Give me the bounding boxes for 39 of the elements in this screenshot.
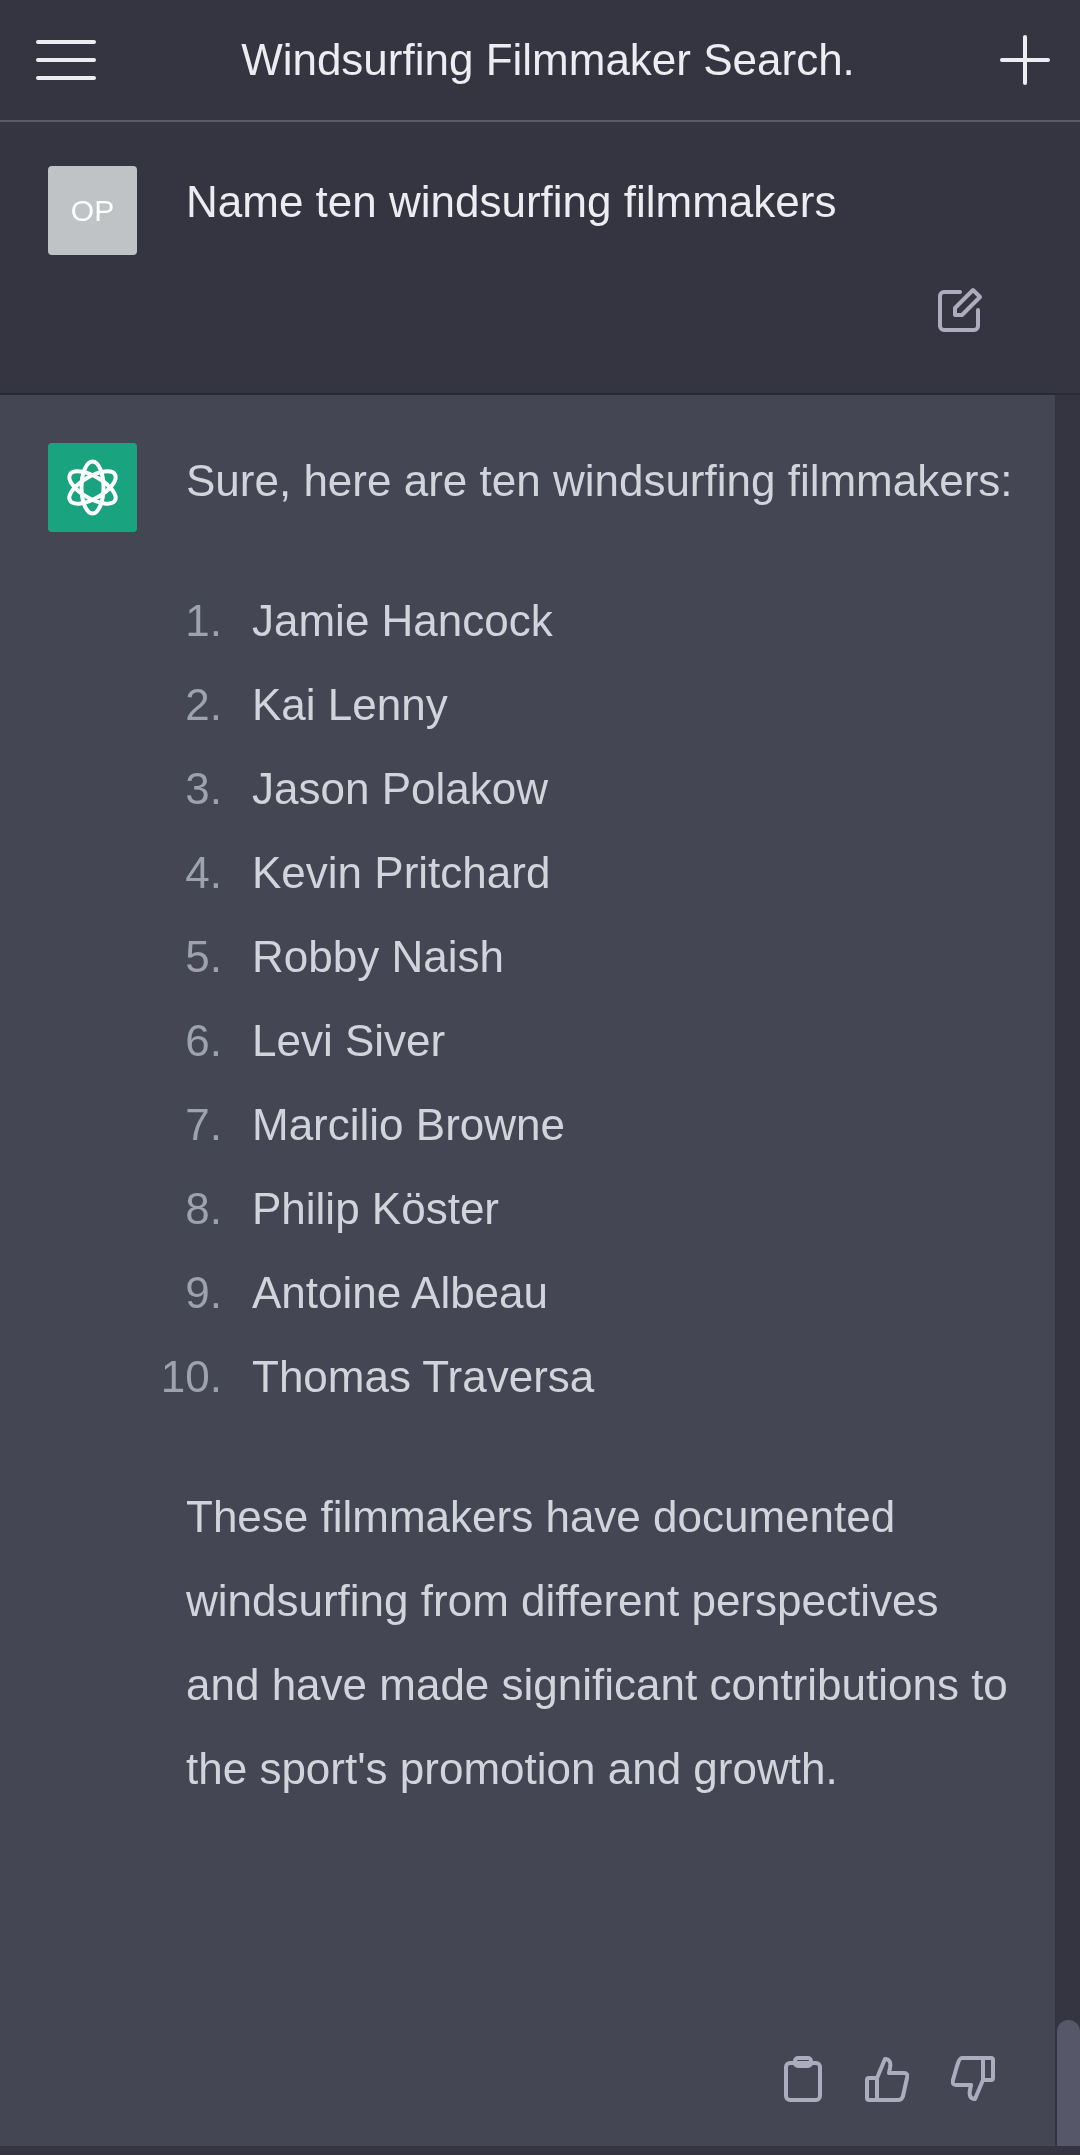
edit-icon: [936, 286, 984, 334]
filmmaker-name: Marcilio Browne: [252, 1099, 565, 1151]
list-number: 4.: [184, 847, 223, 899]
filmmaker-name: Kevin Pritchard: [252, 847, 551, 899]
new-chat-button[interactable]: [1000, 35, 1050, 85]
filmmaker-name: Jamie Hancock: [252, 595, 553, 647]
filmmaker-name: Levi Siver: [252, 1015, 446, 1067]
user-avatar: OP: [48, 166, 137, 255]
edit-button[interactable]: [936, 286, 984, 334]
scrollbar-thumb[interactable]: [1057, 2020, 1080, 2146]
assistant-intro-text: Sure, here are ten windsurfing filmmakers:: [186, 455, 1014, 507]
clipboard-icon: [783, 2056, 823, 2102]
list-number: 9.: [184, 1267, 223, 1319]
chat-title: Windsurfing Filmmaker Search.: [241, 35, 855, 85]
menu-button[interactable]: [36, 38, 96, 82]
list-number: 2.: [184, 679, 223, 731]
list-number: 6.: [184, 1015, 223, 1067]
copy-button[interactable]: [783, 2056, 823, 2102]
list-number: 8.: [184, 1183, 223, 1235]
thumbs-down-icon: [951, 2056, 995, 2102]
thumbs-up-button[interactable]: [865, 2056, 909, 2102]
assistant-avatar-icon: [48, 443, 137, 532]
plus-icon: [1000, 35, 1050, 85]
list-number: 5.: [184, 931, 223, 983]
list-number: 1.: [184, 595, 223, 647]
list-number: 10.: [159, 1351, 223, 1403]
filmmaker-name: Antoine Albeau: [252, 1267, 549, 1319]
filmmaker-name: Philip Köster: [252, 1183, 499, 1235]
list-number: 3.: [184, 763, 223, 815]
filmmaker-name: Robby Naish: [252, 931, 504, 983]
menu-icon: [36, 38, 96, 82]
list-number: 7.: [184, 1099, 223, 1151]
assistant-closing-text: These filmmakers have documented windsurfing from different perspectives and have made significant contributions to the sport's promotion and growth.: [186, 1491, 1009, 1795]
filmmaker-name: Thomas Traversa: [252, 1351, 595, 1403]
filmmaker-name: Kai Lenny: [252, 679, 448, 731]
filmmaker-name: Jason Polakow: [252, 763, 548, 815]
user-message-text: Name ten windsurfing filmmakers: [186, 176, 837, 228]
thumbs-down-button[interactable]: [951, 2056, 995, 2102]
thumbs-up-icon: [865, 2056, 909, 2102]
